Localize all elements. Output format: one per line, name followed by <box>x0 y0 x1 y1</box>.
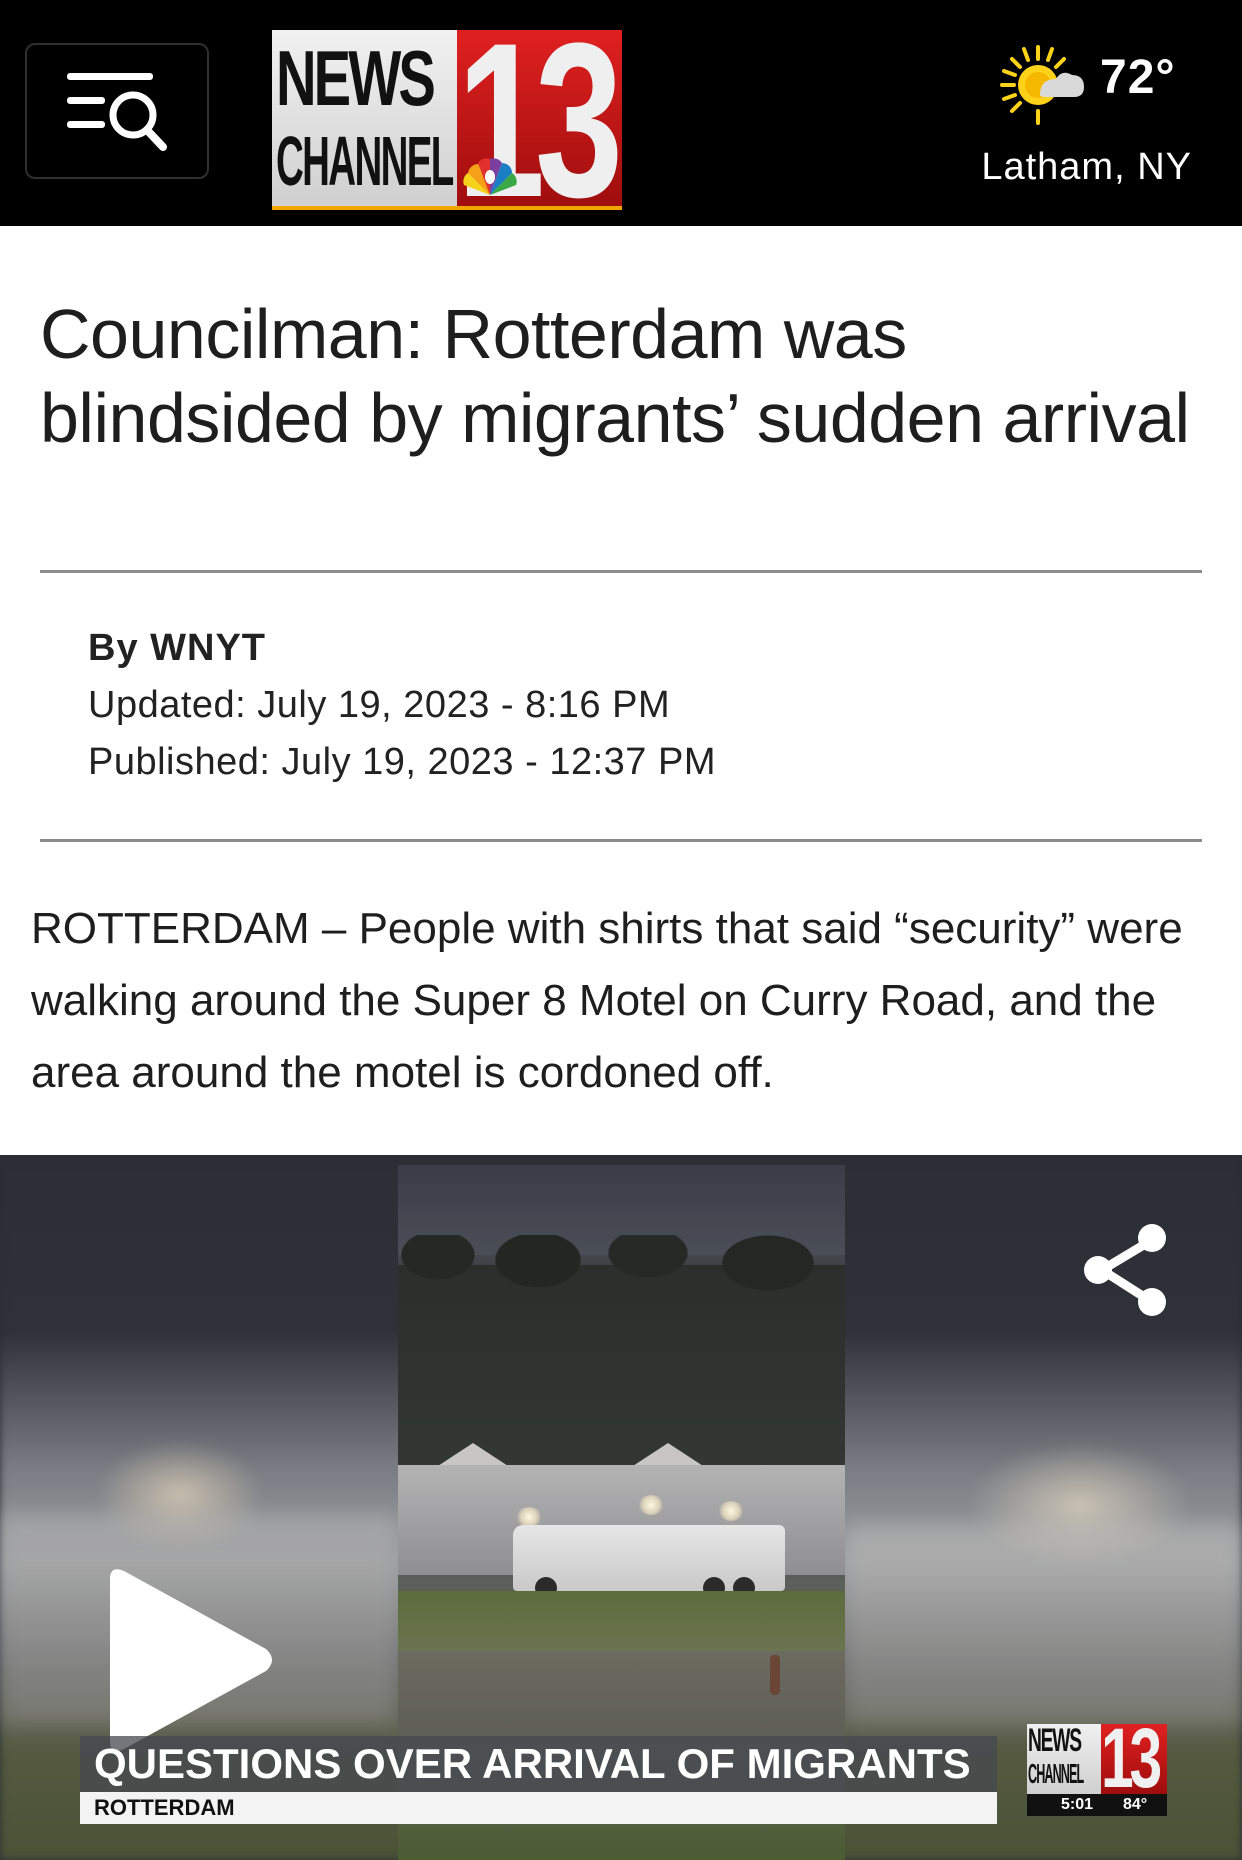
bug-temperature: 84° <box>1123 1796 1148 1813</box>
blurred-motel-right <box>845 1525 1242 1725</box>
share-icon[interactable] <box>1080 1220 1172 1320</box>
logo-news-block: NEWS CHANNEL <box>272 30 457 210</box>
meta-divider <box>40 839 1202 842</box>
weather-temperature[interactable]: 72° <box>1100 50 1176 105</box>
bug-status-bar: 5:01 84° <box>1027 1794 1167 1816</box>
logo-channel-text: CHANNEL <box>276 122 454 200</box>
scene-lawn <box>398 1591 845 1651</box>
weather-location[interactable]: Latham, NY <box>981 146 1192 189</box>
headline-divider <box>40 570 1202 573</box>
scene-bus <box>513 1525 785 1599</box>
bug-news-block: NEWS CHANNEL <box>1027 1724 1101 1794</box>
site-header: NEWS CHANNEL 13 72° Latham, NY <box>0 0 1242 226</box>
motel-light <box>638 1495 664 1515</box>
channel-bug: NEWS CHANNEL 13 5:01 84° <box>1027 1724 1167 1816</box>
article-byline: By WNYT <box>88 627 266 669</box>
logo-underline <box>272 206 622 210</box>
video-player[interactable]: QUESTIONS OVER ARRIVAL OF MIGRANTS ROTTE… <box>0 1155 1242 1860</box>
lower-third-title: QUESTIONS OVER ARRIVAL OF MIGRANTS <box>80 1736 997 1792</box>
partly-sunny-icon <box>1000 45 1084 125</box>
updated-timestamp: Updated: July 19, 2023 - 8:16 PM <box>88 684 671 726</box>
menu-search-button[interactable] <box>25 43 209 179</box>
published-timestamp: Published: July 19, 2023 - 12:37 PM <box>88 741 716 783</box>
bug-number-text: 13 <box>1101 1724 1162 1794</box>
scene-person <box>770 1655 780 1695</box>
news-channel-13-logo[interactable]: NEWS CHANNEL 13 <box>272 30 622 210</box>
article-headline: Councilman: Rotterdam was blindsided by … <box>40 295 1190 457</box>
motel-light <box>718 1501 744 1521</box>
motel-light <box>516 1507 542 1527</box>
nbc-peacock-icon <box>463 158 517 195</box>
menu-search-icon <box>67 73 167 151</box>
bug-news-text: NEWS <box>1028 1724 1082 1758</box>
video-lower-third: QUESTIONS OVER ARRIVAL OF MIGRANTS ROTTE… <box>80 1736 997 1824</box>
bug-number-block: 13 <box>1101 1724 1167 1794</box>
article-lead-paragraph: ROTTERDAM – People with shirts that said… <box>31 904 1183 1097</box>
play-icon[interactable] <box>100 1565 280 1755</box>
bug-time: 5:01 <box>1061 1796 1094 1813</box>
lower-third-subtitle: ROTTERDAM <box>80 1792 997 1824</box>
logo-news-text: NEWS <box>276 34 436 122</box>
bug-channel-text: CHANNEL <box>1028 1758 1084 1789</box>
